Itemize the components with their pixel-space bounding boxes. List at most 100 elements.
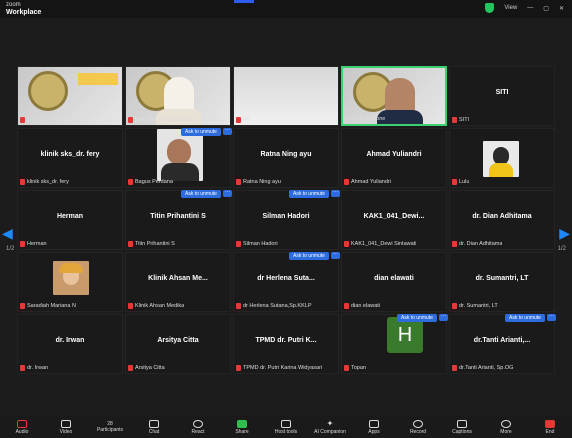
participant-tile[interactable]: TPMD dr. Putri K... TPMD dr. Putri Karin… — [233, 314, 339, 374]
participant-tile[interactable]: Silman Hadori Silman Hadori — [233, 190, 339, 250]
zoom-logo: zoom Workplace — [6, 2, 41, 16]
participant-tile[interactable]: dr. Dian Adhitama dr. Dian Adhitama — [449, 190, 555, 250]
participant-name: Arsitya Citta — [135, 365, 165, 371]
video-button[interactable]: Video — [44, 416, 88, 438]
tool-label: Captions — [452, 428, 472, 435]
heart-icon — [193, 419, 203, 428]
muted-mic-icon — [20, 303, 25, 309]
video-banner — [78, 73, 118, 85]
ask-to-unmute-button[interactable]: Ask to unmute — [289, 252, 329, 260]
participant-name: TPMD dr. Putri Karina Widyasari — [243, 365, 323, 371]
participant-name: Ahmad Yuliandri — [351, 179, 391, 185]
tool-label: Apps — [368, 428, 380, 435]
muted-mic-icon — [452, 179, 457, 185]
initial-avatar: H — [387, 317, 423, 353]
ai-companion-button[interactable]: ✦ AI Companion — [308, 416, 352, 438]
muted-mic-icon — [236, 179, 241, 185]
participant-name: Ratna Ning ayu — [243, 179, 281, 185]
ask-to-unmute-button[interactable]: Ask to unmute — [289, 190, 329, 198]
share-handle[interactable] — [234, 0, 254, 3]
more-options-button[interactable]: ··· — [223, 128, 232, 135]
participant-tile[interactable]: KAK1_041_Dewi... KAK1_041_Dewi Sintawati — [341, 190, 447, 250]
tool-label: End — [545, 428, 555, 435]
participant-display-name: dr Herlena Suta... — [257, 275, 315, 282]
participant-display-name: TPMD dr. Putri K... — [255, 337, 317, 344]
brand-bottom: Workplace — [6, 9, 42, 16]
participant-display-name: dr. Irwan — [55, 337, 85, 344]
participant-name: Silman Hadori — [243, 241, 278, 247]
participant-tile[interactable]: SITI SITI — [449, 66, 555, 126]
participant-name: Titin Prihantini S — [135, 241, 175, 247]
more-options-button[interactable]: ··· — [331, 252, 340, 259]
participant-tile[interactable]: Saradiah Mariana N — [17, 252, 123, 312]
host-tools-button[interactable]: Host tools — [264, 416, 308, 438]
muted-mic-icon — [20, 179, 25, 185]
muted-mic-icon — [236, 117, 241, 123]
participant-tile[interactable]: Kakai DLP Bengkulu dan Lampung — [125, 66, 231, 126]
participant-tile[interactable]: Lulu — [449, 128, 555, 188]
chat-button[interactable]: Chat — [132, 416, 176, 438]
microphone-muted-icon — [17, 419, 27, 428]
muted-mic-icon — [20, 241, 25, 247]
participant-tile[interactable]: H Topan — [341, 314, 447, 374]
audio-button[interactable]: Audio — [0, 416, 44, 438]
participant-tile[interactable]: 070_Jumy Ardeena — [17, 66, 123, 126]
more-options-button[interactable]: ··· — [439, 314, 448, 321]
minimize-icon[interactable]: — — [527, 5, 533, 11]
muted-mic-icon — [344, 303, 349, 309]
participant-avatar-photo — [483, 141, 519, 177]
participant-name: dr.Tanti Arianti, Sp.OG — [459, 365, 514, 371]
participant-tile[interactable]: Ahmad Yuliandri Ahmad Yuliandri — [341, 128, 447, 188]
participant-tile[interactable]: dr. Sumantri, LT dr. Sumantri, LT — [449, 252, 555, 312]
page-indicator-right: 1/2 — [557, 246, 566, 252]
view-button[interactable]: View — [504, 5, 517, 11]
participant-tile[interactable]: Ratna Ning ayu Ratna Ning ayu — [233, 128, 339, 188]
record-icon — [413, 419, 423, 428]
record-button[interactable]: Record — [396, 416, 440, 438]
share-button[interactable]: Share — [220, 416, 264, 438]
muted-mic-icon — [344, 365, 349, 371]
react-button[interactable]: React — [176, 416, 220, 438]
participant-tile[interactable]: dr Herlena Suta... dr Herlena Sutana,Sp.… — [233, 252, 339, 312]
ask-to-unmute-button[interactable]: Ask to unmute — [397, 314, 437, 322]
muted-mic-icon — [452, 303, 457, 309]
participant-tile[interactable]: dian elawati dian elawati — [341, 252, 447, 312]
tool-label: More — [500, 428, 512, 435]
ask-to-unmute-button[interactable]: Ask to unmute — [181, 128, 221, 136]
participant-tile[interactable]: Arsitya Citta Arsitya Citta — [125, 314, 231, 374]
participants-button[interactable]: 28 Participants — [88, 416, 132, 438]
more-options-button[interactable]: ··· — [331, 190, 340, 197]
muted-mic-icon — [236, 303, 241, 309]
tool-label: Participants — [96, 427, 124, 433]
ask-to-unmute-button[interactable]: Ask to unmute — [181, 190, 221, 198]
participant-tile[interactable]: Fir — [233, 66, 339, 126]
participant-display-name: dian elawati — [374, 275, 414, 282]
participant-name: dr. Sumantri, LT — [459, 303, 498, 309]
muted-mic-icon — [20, 117, 25, 123]
participant-name: dr. Irwan — [27, 365, 49, 371]
participant-display-name: KAK1_041_Dewi... — [363, 213, 425, 220]
muted-mic-icon — [452, 117, 457, 123]
participant-name: Fuad A. anthone — [345, 116, 386, 122]
ask-to-unmute-button[interactable]: Ask to unmute — [505, 314, 545, 322]
participant-tile[interactable]: Klinik Ahsan Me... Klinik Ahsan Medika — [125, 252, 231, 312]
security-shield-icon[interactable] — [485, 3, 495, 13]
more-button[interactable]: More — [484, 416, 528, 438]
more-options-button[interactable]: ··· — [223, 190, 232, 197]
close-icon[interactable]: ✕ — [559, 5, 564, 12]
participant-tile-speaking[interactable]: Fuad A. anthone — [341, 66, 447, 126]
participant-tile[interactable]: klinik sks_dr. fery klinik sks_dr. fery — [17, 128, 123, 188]
captions-button[interactable]: Captions — [440, 416, 484, 438]
maximize-icon[interactable]: ▢ — [543, 5, 549, 12]
participant-tile[interactable]: Titin Prihantini S Titin Prihantini S — [125, 190, 231, 250]
participant-tile[interactable]: dr.Tanti Arianti,... dr.Tanti Arianti, S… — [449, 314, 555, 374]
participant-tile[interactable]: Bagus Perdana — [125, 128, 231, 188]
apps-button[interactable]: Apps — [352, 416, 396, 438]
participant-tile[interactable]: Herman Herman — [17, 190, 123, 250]
participant-name: SITI — [459, 117, 470, 123]
participant-name: dr Herlena Sutana,Sp.KKLP — [243, 303, 312, 309]
end-button[interactable]: End — [528, 416, 572, 438]
participant-tile[interactable]: dr. Irwan dr. Irwan — [17, 314, 123, 374]
participant-avatar-photo — [53, 261, 89, 295]
more-options-button[interactable]: ··· — [547, 314, 556, 321]
